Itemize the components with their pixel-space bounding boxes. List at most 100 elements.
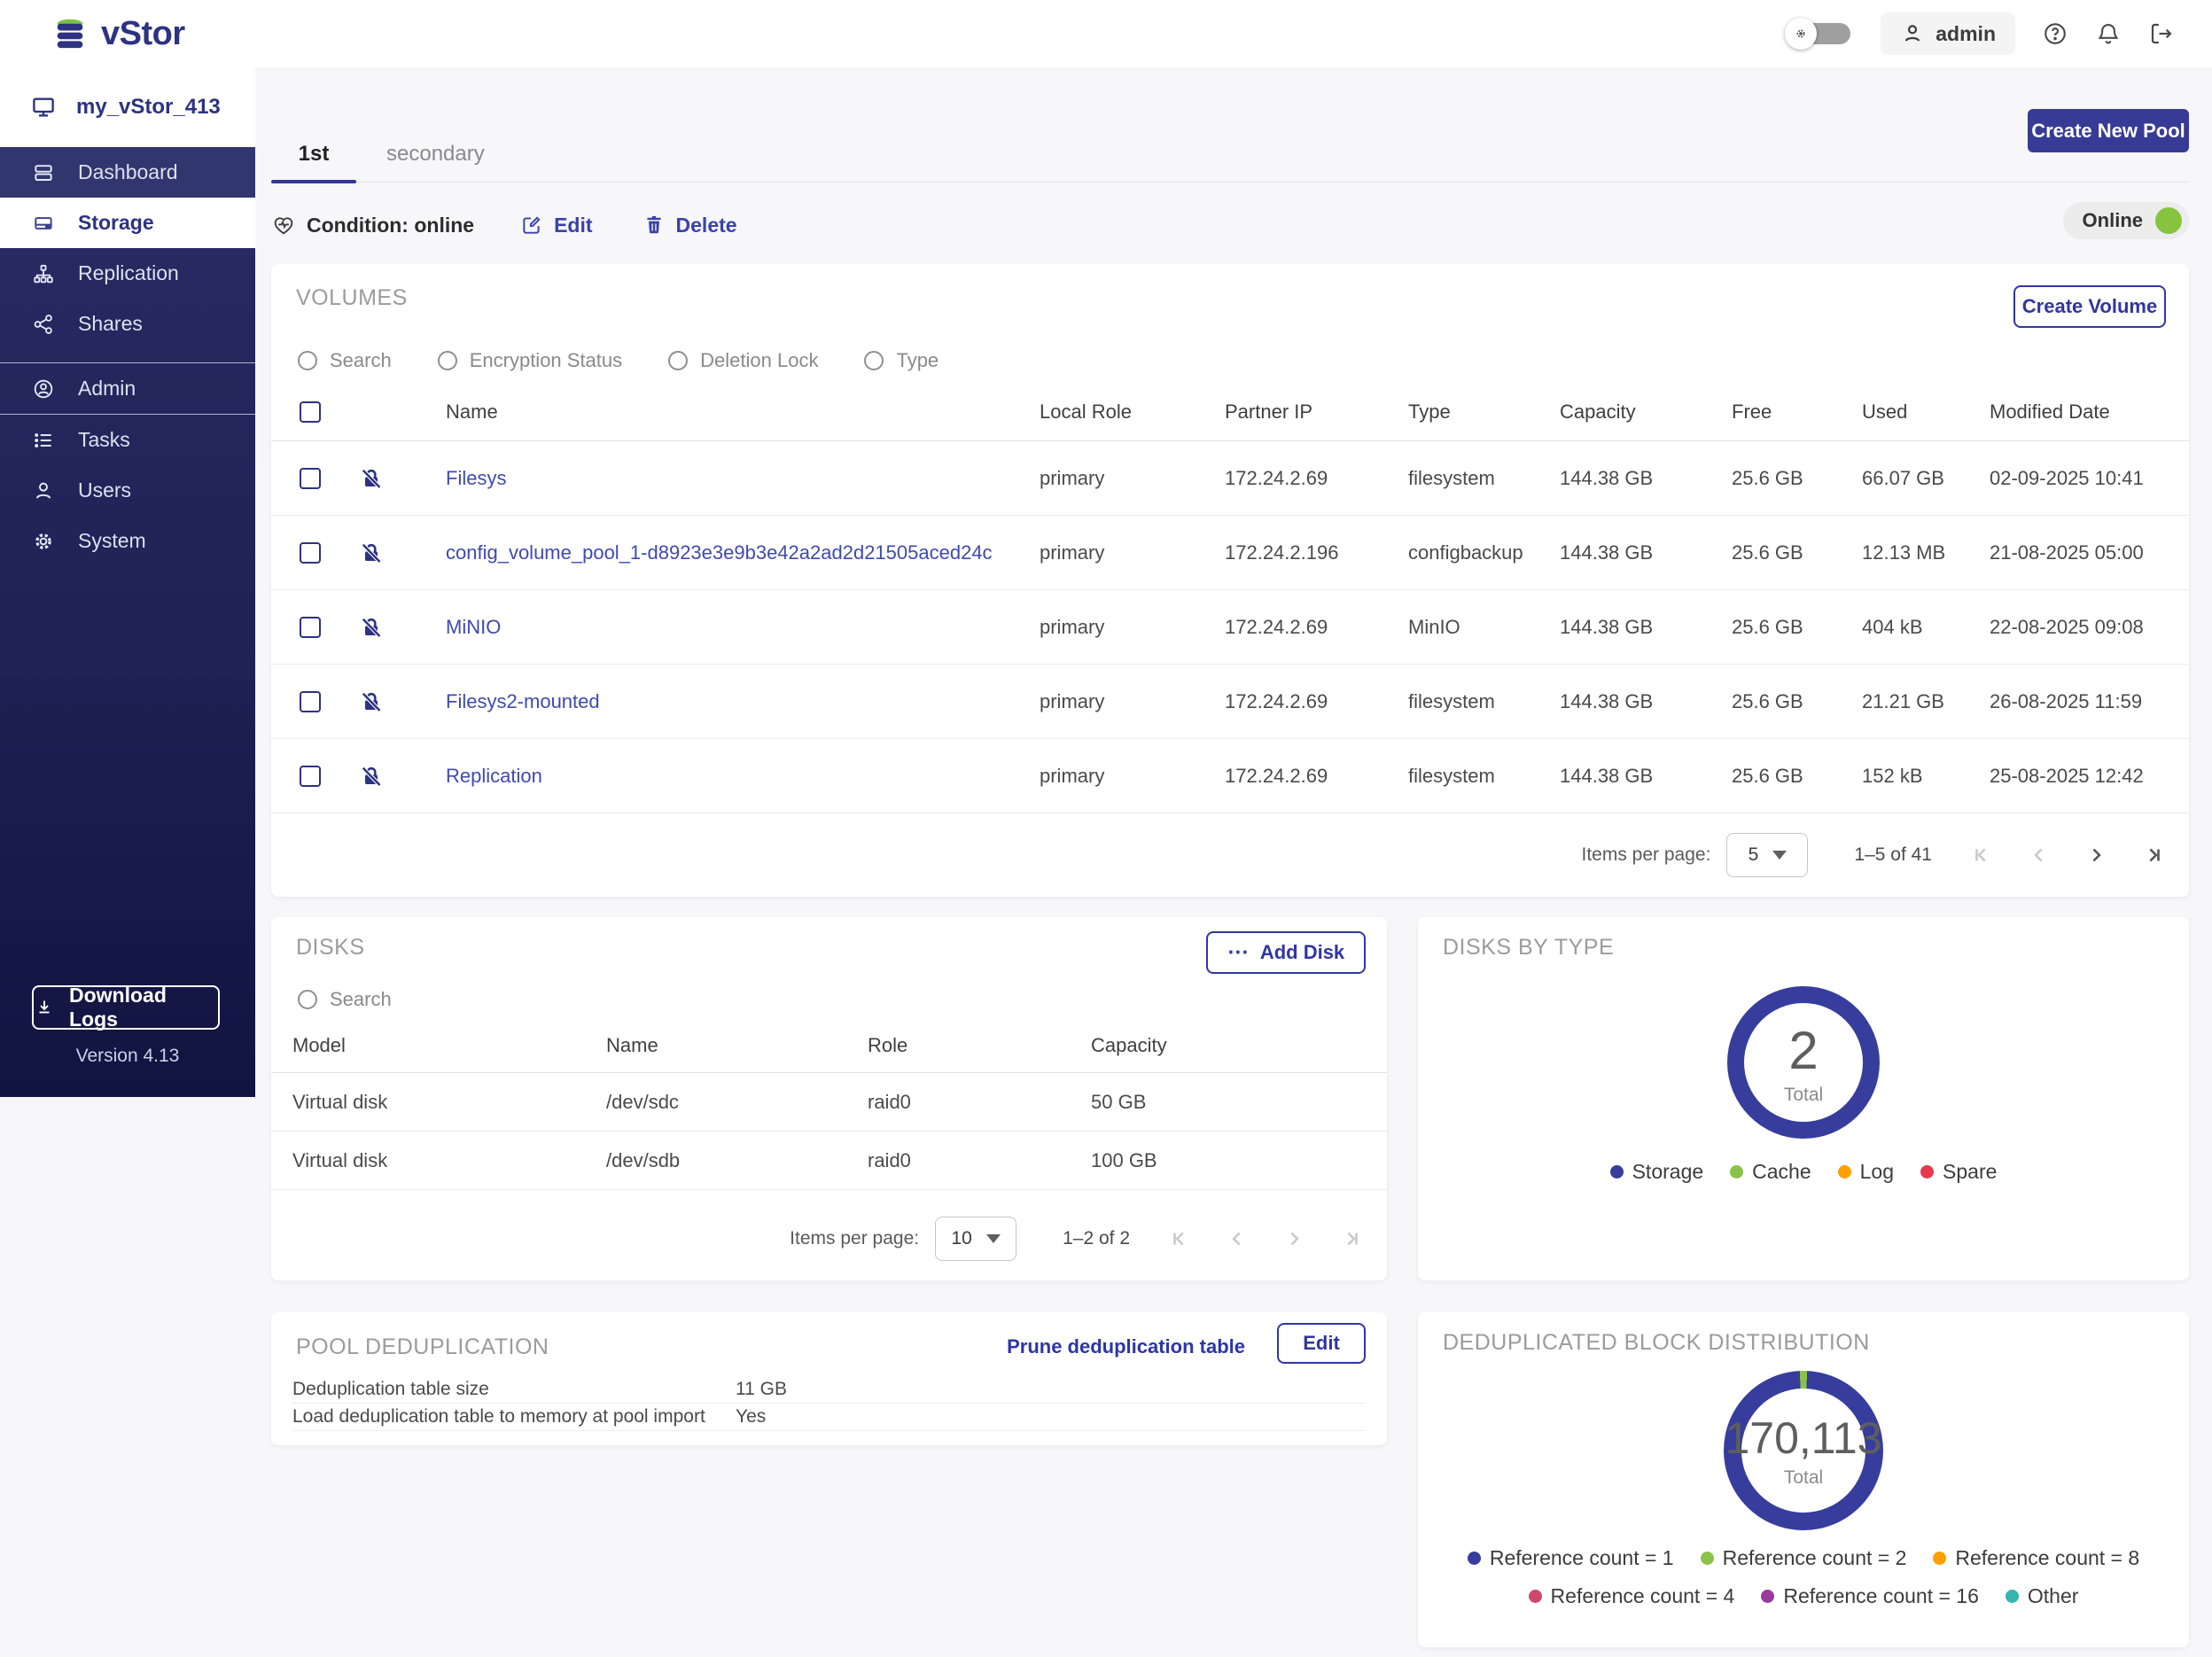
column-header-capacity: Capacity [1091, 1033, 1167, 1056]
heart-pulse-icon [271, 213, 296, 237]
sidebar-item-users[interactable]: Users [0, 465, 255, 516]
sidebar-item-label: Admin [78, 377, 136, 400]
first-page-icon[interactable] [1971, 844, 1994, 867]
disks-by-type-legend: Storage Cache Log Spare [1418, 1160, 2189, 1184]
filter-search[interactable]: Search [298, 988, 392, 1011]
cell-used: 21.21 GB [1862, 689, 1944, 712]
sidebar-item-tasks[interactable]: Tasks [0, 415, 255, 465]
user-icon [1900, 21, 1925, 46]
cell-local-role: primary [1040, 689, 1105, 712]
column-header-type: Type [1408, 400, 1451, 423]
legend-label: Reference count = 1 [1489, 1546, 1674, 1569]
sidebar-item-label: Shares [78, 312, 143, 335]
disks-title: DISKS [296, 935, 365, 960]
pool-status-badge: Online [2062, 202, 2189, 239]
create-volume-button[interactable]: Create Volume [2013, 285, 2166, 328]
page-size-select[interactable]: 5 [1726, 833, 1809, 877]
last-page-icon[interactable] [1339, 1227, 1362, 1250]
row-checkbox[interactable] [300, 467, 321, 489]
theme-toggle[interactable] [1785, 14, 1854, 53]
filter-circle-icon [298, 990, 317, 1009]
notifications-bell-icon[interactable] [2095, 20, 2122, 47]
gear-icon [32, 530, 55, 553]
last-page-icon[interactable] [2141, 844, 2164, 867]
logout-icon[interactable] [2148, 20, 2175, 47]
prune-dedup-table-link[interactable]: Prune deduplication table [1007, 1335, 1245, 1358]
volume-name-link[interactable]: Filesys [404, 467, 1040, 490]
dedup-block-donut: 170,113 Total [1724, 1371, 1883, 1530]
lock-slash-icon[interactable] [358, 763, 404, 790]
lock-slash-icon[interactable] [358, 465, 404, 492]
page-size-value: 10 [951, 1228, 972, 1249]
sidebar-item-shares[interactable]: Shares [0, 299, 255, 349]
previous-page-icon[interactable] [2028, 844, 2051, 867]
filter-deletion-lock[interactable]: Deletion Lock [668, 349, 818, 372]
first-page-icon[interactable] [1169, 1227, 1192, 1250]
row-checkbox[interactable] [300, 541, 321, 564]
download-logs-button[interactable]: Download Logs [32, 984, 220, 1031]
row-checkbox[interactable] [300, 765, 321, 787]
pencil-icon [523, 216, 541, 234]
sidebar-item-admin[interactable]: Admin [0, 363, 255, 414]
legend-label: Reference count = 16 [1783, 1584, 1979, 1607]
tab-1st[interactable]: 1st [271, 133, 356, 183]
node-selector[interactable]: my_vStor_413 [0, 67, 255, 147]
online-dot [2155, 207, 2182, 234]
volume-name-link[interactable]: config_volume_pool_1-d8923e3e9b3e42a2ad2… [404, 541, 1040, 564]
sidebar-item-dashboard[interactable]: Dashboard [0, 147, 255, 198]
cell-capacity: 144.38 GB [1560, 466, 1654, 489]
legend-item: Reference count = 16 [1761, 1584, 1979, 1608]
table-row: Replication primary 172.24.2.69 filesyst… [271, 739, 2189, 813]
table-row: MiNIO primary 172.24.2.69 MinIO 144.38 G… [271, 590, 2189, 665]
sidebar-item-replication[interactable]: Replication [0, 248, 255, 299]
help-icon[interactable] [2042, 20, 2068, 47]
filter-type[interactable]: Type [864, 349, 939, 372]
row-checkbox[interactable] [300, 690, 321, 712]
disks-by-type-panel: DISKS BY TYPE 2 Total Storage Cache Log … [1418, 917, 2189, 1280]
sidebar-item-storage[interactable]: Storage [0, 198, 255, 248]
page-size-select[interactable]: 10 [935, 1217, 1017, 1261]
volume-name-link[interactable]: Filesys2-mounted [404, 690, 1040, 713]
cell-type: MinIO [1408, 615, 1460, 638]
download-logs-label: Download Logs [69, 984, 167, 1031]
share-nodes-icon [32, 313, 55, 336]
delete-pool-button[interactable]: Delete [643, 214, 737, 237]
pool-status-text: Online [2082, 209, 2143, 231]
volumes-table-header: Name Local Role Partner IP Type Capacity… [271, 383, 2189, 441]
edit-pool-button[interactable]: Edit [520, 214, 593, 237]
edit-dedup-button[interactable]: Edit [1277, 1323, 1366, 1364]
user-menu[interactable]: admin [1881, 12, 2015, 55]
next-page-icon[interactable] [2084, 844, 2107, 867]
next-page-icon[interactable] [1282, 1227, 1305, 1250]
previous-page-icon[interactable] [1226, 1227, 1249, 1250]
page-range-text: 1–2 of 2 [1063, 1228, 1130, 1249]
cell-type: configbackup [1408, 541, 1523, 564]
lock-slash-icon[interactable] [358, 614, 404, 641]
dedup-setting-row: Deduplication table size 11 GB [292, 1376, 1366, 1404]
donut-total-value: 170,113 [1725, 1413, 1882, 1463]
legend-label: Reference count = 4 [1550, 1584, 1735, 1607]
condition-status-text: Condition: online [307, 213, 475, 237]
filter-search[interactable]: Search [298, 349, 392, 372]
lock-slash-icon[interactable] [358, 688, 404, 715]
column-header-used: Used [1862, 400, 1908, 423]
cell-modified: 02-09-2025 10:41 [1990, 466, 2144, 489]
filter-circle-icon [668, 351, 689, 370]
volume-name-link[interactable]: Replication [404, 765, 1040, 788]
legend-dot [1933, 1552, 1947, 1565]
lock-slash-icon[interactable] [358, 540, 404, 566]
donut-total-label: Total [1783, 1084, 1824, 1105]
sidebar-item-system[interactable]: System [0, 516, 255, 566]
volumes-title: VOLUMES [296, 285, 408, 310]
legend-label: Other [2027, 1584, 2079, 1607]
setting-value: 11 GB [736, 1379, 787, 1399]
add-disk-button[interactable]: ⋯ Add Disk [1206, 931, 1366, 974]
pool-deduplication-panel: POOL DEDUPLICATION Prune deduplication t… [271, 1312, 1387, 1445]
row-checkbox[interactable] [300, 616, 321, 638]
column-header-role: Role [868, 1033, 908, 1056]
volume-name-link[interactable]: MiNIO [404, 616, 1040, 639]
filter-encryption-status[interactable]: Encryption Status [437, 349, 622, 372]
tab-secondary[interactable]: secondary [381, 133, 490, 182]
select-all-checkbox[interactable] [300, 401, 321, 423]
cell-capacity: 100 GB [1091, 1148, 1157, 1171]
